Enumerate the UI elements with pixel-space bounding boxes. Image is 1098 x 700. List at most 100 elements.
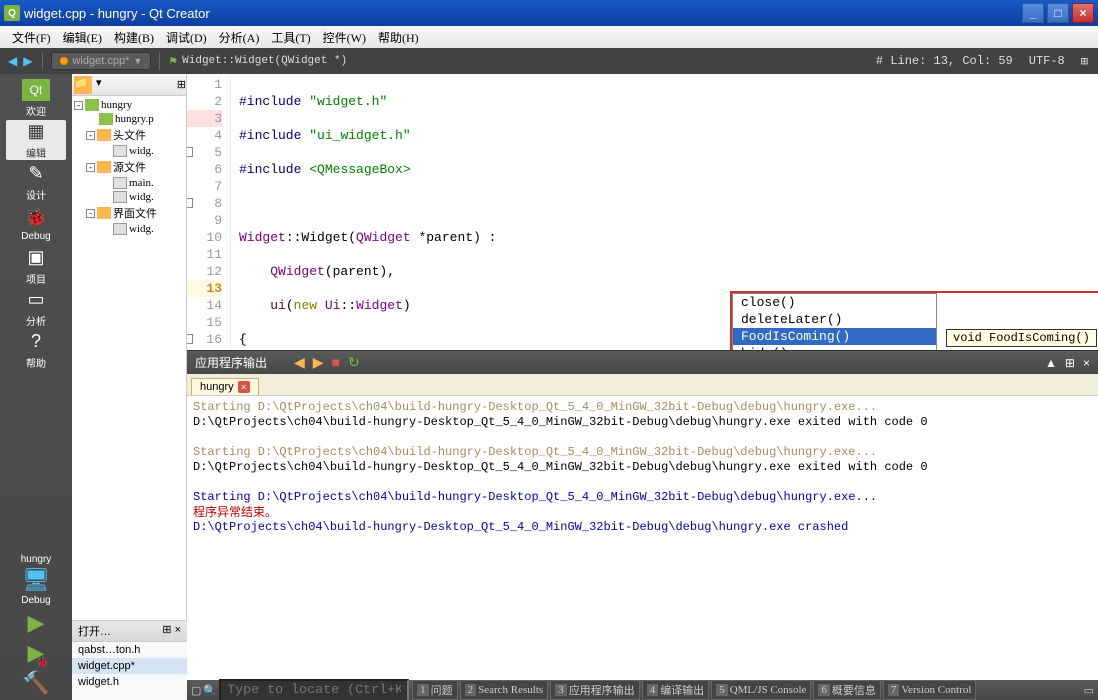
autocomplete-item[interactable]: close(): [733, 294, 936, 311]
statusbar-pane-4[interactable]: 4编译输出: [642, 680, 710, 700]
mode-help[interactable]: ?帮助: [6, 330, 66, 370]
toolbar: ◀ ▶ widget.cpp* ▼ ⚑ Widget::Widget(QWidg…: [0, 48, 1098, 74]
output-header: 应用程序输出 ◀ ▶ ■ ↻ ▲ ⊞ ×: [187, 350, 1098, 374]
mode-welcome[interactable]: Qt欢迎: [6, 78, 66, 118]
kit-selector[interactable]: hungry🖥Debug: [6, 554, 66, 606]
open-doc-item[interactable]: widget.cpp*: [72, 658, 187, 674]
mode-projects[interactable]: ▣项目: [6, 246, 66, 286]
menu-build[interactable]: 构建(B): [108, 27, 160, 48]
output-tab-hungry[interactable]: hungry ×: [191, 378, 259, 395]
unsaved-icon: [60, 57, 68, 65]
out-stop-icon[interactable]: ■: [329, 354, 343, 371]
locator-input[interactable]: [219, 679, 409, 700]
nav-back-icon[interactable]: ◀: [6, 54, 19, 68]
statusbar: ▢ 🔍 1问题2Search Results3应用程序输出4编译输出5QML/J…: [187, 680, 1098, 700]
mode-debug[interactable]: 🐞Debug: [6, 204, 66, 244]
tree-split-icon[interactable]: ⊞: [177, 78, 186, 91]
close-button[interactable]: ×: [1072, 3, 1094, 23]
monitor-icon: 🖥: [22, 567, 50, 593]
tree-view-icon[interactable]: 📁: [74, 76, 92, 94]
help-icon: ?: [24, 331, 48, 353]
statusbar-pane-6[interactable]: 6概要信息: [813, 680, 881, 700]
titlebar: Q widget.cpp - hungry - Qt Creator _ □ ×: [0, 0, 1098, 26]
output-panel[interactable]: Starting D:\QtProjects\ch04\build-hungry…: [187, 396, 1098, 680]
out-rerun-icon[interactable]: ↻: [345, 354, 363, 371]
tree-item[interactable]: -头文件: [72, 126, 186, 144]
tree-item[interactable]: widg.: [72, 190, 186, 204]
menu-debug[interactable]: 调试(D): [160, 27, 213, 48]
signature-tooltip: void FoodIsComing(): [946, 329, 1097, 347]
tree-item[interactable]: -hungry: [72, 98, 186, 112]
play-debug-icon: ▶🐞: [28, 640, 45, 666]
menu-edit[interactable]: 编辑(E): [57, 27, 108, 48]
run-button[interactable]: ▶: [6, 610, 66, 636]
tree-item[interactable]: hungry.p: [72, 112, 186, 126]
debug-button[interactable]: ▶🐞: [6, 640, 66, 666]
menu-file[interactable]: 文件(F): [6, 27, 57, 48]
minimize-button[interactable]: _: [1022, 3, 1044, 23]
design-icon: ✎: [24, 163, 48, 185]
breadcrumb[interactable]: Widget::Widget(QWidget *): [182, 55, 347, 67]
tree-toolbar: 📁 ▾ ⊞: [72, 74, 186, 96]
menu-analyze[interactable]: 分析(A): [213, 27, 266, 48]
encoding[interactable]: UTF-8: [1025, 54, 1069, 69]
mode-analyze[interactable]: ▭分析: [6, 288, 66, 328]
projects-icon: ▣: [24, 247, 48, 269]
debug-icon: 🐞: [24, 207, 48, 229]
build-button[interactable]: 🔨: [6, 670, 66, 696]
output-title: 应用程序输出: [195, 354, 267, 371]
open-docs-label: 打开…: [78, 623, 111, 639]
out-prev-icon[interactable]: ◀: [291, 354, 308, 371]
autocomplete-item[interactable]: hide(): [733, 345, 936, 350]
current-file[interactable]: widget.cpp* ▼: [51, 52, 151, 70]
panes-close-icon[interactable]: ▢: [191, 684, 201, 697]
open-docs-menu-icon[interactable]: ⊞ ×: [162, 623, 181, 639]
nav-fwd-icon[interactable]: ▶: [21, 54, 34, 68]
play-icon: ▶: [28, 610, 45, 636]
statusbar-pane-3[interactable]: 3应用程序输出: [550, 680, 640, 700]
mode-edit[interactable]: ▦编辑: [6, 120, 66, 160]
menu-help[interactable]: 帮助(H): [372, 27, 425, 48]
autocomplete-item[interactable]: FoodIsComing(): [733, 328, 936, 345]
autocomplete-popup[interactable]: close()deleteLater()FoodIsComing()hide()…: [732, 293, 937, 350]
tree-item[interactable]: widg.: [72, 222, 186, 236]
tree-filter-icon[interactable]: ▾: [96, 76, 114, 94]
code-editor[interactable]: 12345678910111213141516171819202122 #inc…: [187, 74, 1098, 350]
mode-design[interactable]: ✎设计: [6, 162, 66, 202]
tab-close-icon[interactable]: ×: [238, 381, 250, 393]
menubar: 文件(F) 编辑(E) 构建(B) 调试(D) 分析(A) 工具(T) 控件(W…: [0, 26, 1098, 48]
menu-tools[interactable]: 工具(T): [265, 27, 316, 48]
maximize-button[interactable]: □: [1047, 3, 1069, 23]
analyze-icon: ▭: [24, 289, 48, 311]
locate-icon[interactable]: 🔍: [203, 684, 217, 697]
out-up-icon[interactable]: ▲: [1045, 356, 1057, 370]
edit-icon: ▦: [24, 121, 48, 143]
out-next-icon[interactable]: ▶: [310, 354, 327, 371]
tree-item[interactable]: widg.: [72, 144, 186, 158]
statusbar-pane-1[interactable]: 1问题: [412, 680, 458, 700]
hammer-icon: 🔨: [22, 670, 49, 696]
statusbar-pane-7[interactable]: 7Version Control: [883, 680, 976, 700]
tree-item[interactable]: main.: [72, 176, 186, 190]
output-tabs: hungry ×: [187, 374, 1098, 396]
progress-icon[interactable]: ▭: [1084, 684, 1094, 697]
split-icon[interactable]: ⊞: [1077, 54, 1092, 69]
current-file-label: widget.cpp*: [72, 55, 129, 67]
menu-widgets[interactable]: 控件(W): [317, 27, 372, 48]
tree-item[interactable]: -界面文件: [72, 204, 186, 222]
window-title: widget.cpp - hungry - Qt Creator: [24, 6, 210, 21]
open-doc-item[interactable]: widget.h: [72, 674, 187, 690]
open-doc-item[interactable]: qabst…ton.h: [72, 642, 187, 658]
flag-icon: ⚑: [168, 55, 178, 68]
out-close-icon[interactable]: ×: [1083, 356, 1090, 370]
out-menu-icon[interactable]: ⊞: [1065, 356, 1075, 370]
qt-icon: Qt: [22, 79, 50, 101]
statusbar-pane-2[interactable]: 2Search Results: [460, 680, 549, 700]
autocomplete-item[interactable]: deleteLater(): [733, 311, 936, 328]
highlight-box: close()deleteLater()FoodIsComing()hide()…: [730, 291, 1098, 350]
tree-item[interactable]: -源文件: [72, 158, 186, 176]
mode-selector: Qt欢迎 ▦编辑 ✎设计 🐞Debug ▣项目 ▭分析 ?帮助 hungry🖥D…: [0, 74, 72, 700]
app-icon: Q: [4, 5, 20, 21]
statusbar-pane-5[interactable]: 5QML/JS Console: [711, 680, 811, 700]
project-tree: 📁 ▾ ⊞ -hungryhungry.p-头文件widg.-源文件main.w…: [72, 74, 187, 620]
